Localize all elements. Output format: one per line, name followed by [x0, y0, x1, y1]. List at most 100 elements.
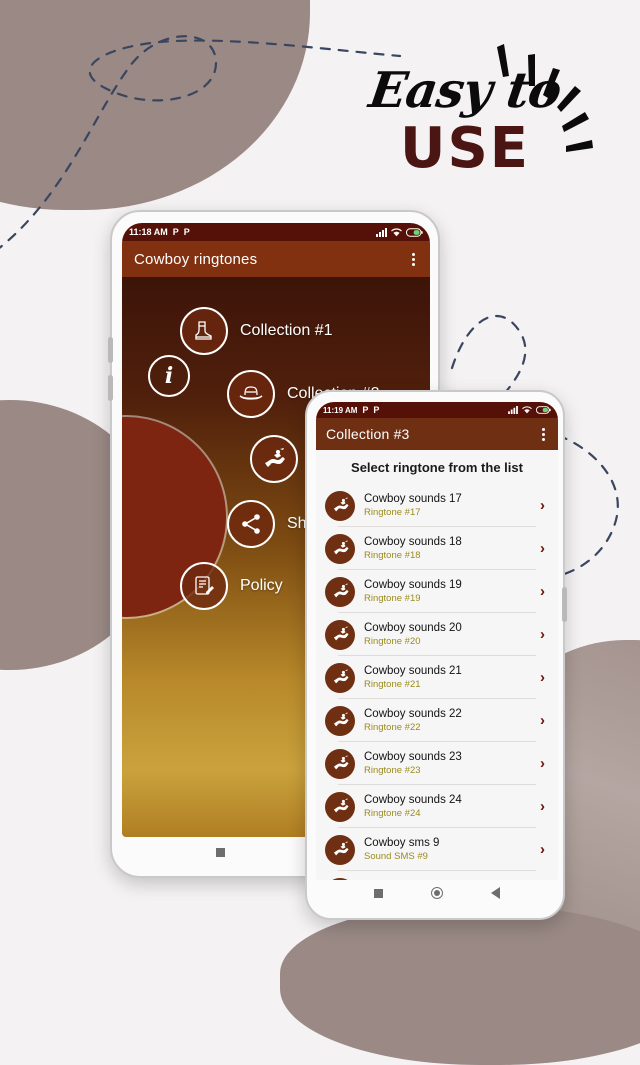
share-icon [227, 500, 275, 548]
list-item-6[interactable]: Cowboy sounds 23 Ringtone #23 › [316, 742, 558, 785]
signal-icon [376, 227, 387, 237]
list-item-subtitle: Ringtone #21 [364, 678, 421, 690]
list-item-text: Cowboy sounds 19 Ringtone #19 [364, 578, 531, 605]
list-item-text: Cowboy sounds 21 Ringtone #21 [364, 664, 531, 691]
phone2-status-time: 11:19 AM [323, 405, 358, 415]
phone1-status-time: 11:18 AM [129, 227, 168, 237]
cowboy-boot-icon [180, 307, 228, 355]
list-item-title: Cowboy sounds 23 [364, 751, 462, 764]
phone2-status-bar: 11:19 AM P P [316, 402, 558, 418]
list-item-text: Cowboy sounds 18 Ringtone #18 [364, 535, 531, 562]
list-item-1[interactable]: Cowboy sounds 18 Ringtone #18 › [316, 527, 558, 570]
list-header-label: Select ringtone from the list [351, 460, 523, 475]
list-item-text: Cowboy sounds 20 Ringtone #20 [364, 621, 531, 648]
policy-document-icon [180, 562, 228, 610]
list-item-subtitle: Ringtone #22 [364, 721, 421, 733]
chevron-right-icon[interactable]: › [540, 798, 549, 815]
list-item-subtitle: Ringtone #23 [364, 764, 421, 776]
list-item-subtitle: Ringtone #24 [364, 807, 421, 819]
phone2-app-bar: Collection #3 [316, 418, 558, 450]
chevron-right-icon[interactable]: › [540, 755, 549, 772]
battery-icon [536, 406, 551, 414]
menu-item-label: Collection #1 [240, 322, 333, 339]
list-item-2[interactable]: Cowboy sounds 19 Ringtone #19 › [316, 570, 558, 613]
chevron-right-icon[interactable]: › [540, 540, 549, 557]
cowboy-rider-icon [325, 490, 355, 521]
chevron-right-icon[interactable]: › [540, 712, 549, 729]
menu-item-collection-1[interactable]: Collection #1 [180, 307, 333, 355]
back-triangle-icon[interactable] [491, 887, 500, 899]
menu-item-label: Policy [240, 577, 283, 594]
kebab-menu-icon[interactable] [409, 250, 418, 269]
phone1-volume-up-button[interactable] [108, 337, 113, 363]
cowboy-rider-icon [325, 662, 355, 693]
background-blob-top-left [0, 0, 310, 210]
list-item-text: Cowboy sounds 17 Ringtone #17 [364, 492, 531, 519]
list-item-title: Cowboy sounds 21 [364, 665, 462, 678]
cowboy-rider-icon [325, 791, 355, 822]
phone1-status-bar: 11:18 AM P P [122, 223, 430, 241]
headline-line-2: USE [399, 116, 531, 181]
signal-icon [508, 406, 518, 414]
wifi-icon [391, 228, 402, 236]
list-item-subtitle: Ringtone #18 [364, 549, 421, 561]
headline-line-1: Easy to [365, 61, 565, 119]
cowboy-hat-icon [227, 370, 275, 418]
cowboy-rider-icon [325, 533, 355, 564]
list-item-title: Cowboy sounds 22 [364, 708, 462, 721]
list-item-text: Cowboy sounds 24 Ringtone #24 [364, 793, 531, 820]
list-item-title: Cowboy sounds 19 [364, 579, 462, 592]
list-item-title: Cowboy sms 9 [364, 837, 440, 850]
list-item-0[interactable]: Cowboy sounds 17 Ringtone #17 › [316, 484, 558, 527]
list-item-7[interactable]: Cowboy sounds 24 Ringtone #24 › [316, 785, 558, 828]
recents-square-icon[interactable] [374, 888, 383, 898]
list-item-4[interactable]: Cowboy sounds 21 Ringtone #21 › [316, 656, 558, 699]
menu-item-policy[interactable]: Policy [180, 562, 283, 610]
list-item-8[interactable]: Cowboy sms 9 Sound SMS #9 › [316, 828, 558, 871]
recents-square-icon[interactable] [215, 847, 225, 857]
promo-stage: Easy to USE 11:18 AM P P Cowboy ringtone… [0, 0, 640, 1065]
list-item-title: Cowboy sounds 20 [364, 622, 462, 635]
kebab-menu-icon[interactable] [539, 425, 548, 444]
cowboy-rider-icon [325, 619, 355, 650]
phone2-app-title: Collection #3 [326, 426, 410, 442]
list-item-text: Cowboy sms 9 Sound SMS #9 [364, 836, 531, 863]
phone2-nav-bar [316, 880, 558, 906]
chevron-right-icon[interactable]: › [540, 497, 549, 514]
cowboy-rider-icon [325, 576, 355, 607]
chevron-right-icon[interactable]: › [540, 841, 549, 858]
list-item-title: Cowboy sounds 24 [364, 794, 462, 807]
list-item-subtitle: Sound SMS #9 [364, 850, 428, 862]
list-item-5[interactable]: Cowboy sounds 22 Ringtone #22 › [316, 699, 558, 742]
list-item-subtitle: Ringtone #20 [364, 635, 421, 647]
ringtone-list-container[interactable]: Select ringtone from the list Cowboy sou… [316, 450, 558, 880]
list-item-text: Cowboy sounds 23 Ringtone #23 [364, 750, 531, 777]
ringtone-list: Cowboy sounds 17 Ringtone #17 › Cowboy s… [316, 484, 558, 880]
phone1-volume-down-button[interactable] [108, 375, 113, 401]
cowboy-rider-icon [325, 705, 355, 736]
list-item-subtitle: Ringtone #17 [364, 506, 421, 518]
list-item-text: Cowboy sounds 22 Ringtone #22 [364, 707, 531, 734]
battery-icon [406, 227, 423, 237]
cowboy-rider-icon [250, 435, 298, 483]
phone2-power-button[interactable] [562, 587, 567, 622]
wifi-icon [522, 406, 532, 414]
cowboy-rider-icon [325, 834, 355, 865]
chevron-right-icon[interactable]: › [540, 626, 549, 643]
chevron-right-icon[interactable]: › [540, 583, 549, 600]
list-item-subtitle: Ringtone #19 [364, 592, 421, 604]
list-item-3[interactable]: Cowboy sounds 20 Ringtone #20 › [316, 613, 558, 656]
p-icon-2: P [373, 405, 380, 415]
p-icon-1: P [362, 405, 369, 415]
phone1-app-title: Cowboy ringtones [134, 250, 258, 268]
home-circle-icon[interactable] [431, 887, 443, 899]
p-icon-2: P [183, 227, 190, 237]
phone2-screen: 11:19 AM P P Collection #3 Select ringto… [316, 402, 558, 880]
cowboy-rider-icon [325, 748, 355, 779]
background-blob-bottom [280, 905, 640, 1065]
headline: Easy to USE [330, 61, 600, 181]
chevron-right-icon[interactable]: › [540, 669, 549, 686]
list-item-title: Cowboy sounds 17 [364, 493, 462, 506]
list-item-title: Cowboy sounds 18 [364, 536, 462, 549]
list-item-9[interactable]: Cowboy sms 10 Sound SMS #10 › [316, 871, 558, 880]
